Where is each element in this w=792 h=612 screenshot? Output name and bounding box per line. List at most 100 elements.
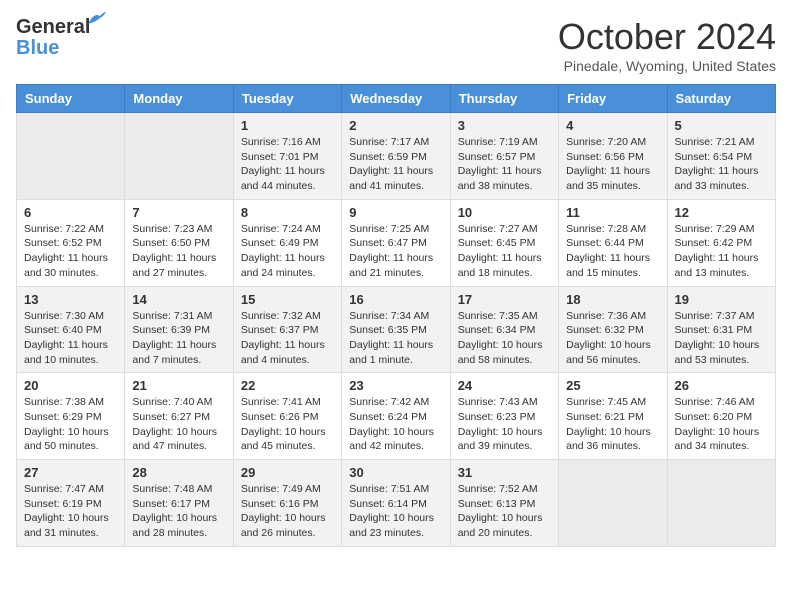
day-number: 2: [349, 118, 442, 133]
day-info: Sunrise: 7:23 AM Sunset: 6:50 PM Dayligh…: [132, 222, 225, 281]
calendar-day-cell: 28 Sunrise: 7:48 AM Sunset: 6:17 PM Dayli…: [125, 460, 233, 547]
weekday-header-saturday: Saturday: [667, 85, 775, 113]
calendar-week-row: 1 Sunrise: 7:16 AM Sunset: 7:01 PM Daylig…: [17, 113, 776, 200]
day-info: Sunrise: 7:35 AM Sunset: 6:34 PM Dayligh…: [458, 309, 551, 368]
day-info: Sunrise: 7:20 AM Sunset: 6:56 PM Dayligh…: [566, 135, 659, 194]
day-info: Sunrise: 7:48 AM Sunset: 6:17 PM Dayligh…: [132, 482, 225, 541]
day-info: Sunrise: 7:40 AM Sunset: 6:27 PM Dayligh…: [132, 395, 225, 454]
day-info: Sunrise: 7:34 AM Sunset: 6:35 PM Dayligh…: [349, 309, 442, 368]
day-number: 14: [132, 292, 225, 307]
calendar-day-cell: 8 Sunrise: 7:24 AM Sunset: 6:49 PM Daylig…: [233, 199, 341, 286]
logo-general: General: [16, 16, 90, 38]
day-info: Sunrise: 7:31 AM Sunset: 6:39 PM Dayligh…: [132, 309, 225, 368]
day-number: 18: [566, 292, 659, 307]
day-number: 10: [458, 205, 551, 220]
day-number: 3: [458, 118, 551, 133]
calendar-day-cell: 11 Sunrise: 7:28 AM Sunset: 6:44 PM Dayli…: [559, 199, 667, 286]
day-info: Sunrise: 7:49 AM Sunset: 6:16 PM Dayligh…: [241, 482, 334, 541]
calendar-day-cell: [667, 460, 775, 547]
calendar-day-cell: 31Sunrise: 7:52 AM Sunset: 6:13 PM Dayli…: [450, 460, 558, 547]
weekday-header-tuesday: Tuesday: [233, 85, 341, 113]
month-title: October 2024: [558, 16, 776, 58]
page-header: General Blue October 2024 Pinedale, Wyom…: [16, 16, 776, 74]
calendar-day-cell: 15 Sunrise: 7:32 AM Sunset: 6:37 PM Dayli…: [233, 286, 341, 373]
day-number: 31: [458, 465, 551, 480]
calendar-week-row: 6Sunrise: 7:22 AM Sunset: 6:52 PM Daylig…: [17, 199, 776, 286]
day-number: 17: [458, 292, 551, 307]
logo-blue: Blue: [16, 37, 59, 60]
calendar-day-cell: 14 Sunrise: 7:31 AM Sunset: 6:39 PM Dayli…: [125, 286, 233, 373]
day-number: 24: [458, 378, 551, 393]
calendar-day-cell: [17, 113, 125, 200]
day-number: 15: [241, 292, 334, 307]
location-subtitle: Pinedale, Wyoming, United States: [558, 58, 776, 74]
day-info: Sunrise: 7:46 AM Sunset: 6:20 PM Dayligh…: [675, 395, 768, 454]
calendar-week-row: 27 Sunrise: 7:47 AM Sunset: 6:19 PM Dayli…: [17, 460, 776, 547]
day-number: 13: [24, 292, 117, 307]
day-info: Sunrise: 7:45 AM Sunset: 6:21 PM Dayligh…: [566, 395, 659, 454]
day-number: 19: [675, 292, 768, 307]
day-number: 11: [566, 205, 659, 220]
calendar-week-row: 13 Sunrise: 7:30 AM Sunset: 6:40 PM Dayli…: [17, 286, 776, 373]
day-info: Sunrise: 7:47 AM Sunset: 6:19 PM Dayligh…: [24, 482, 117, 541]
calendar-day-cell: 19Sunrise: 7:37 AM Sunset: 6:31 PM Dayli…: [667, 286, 775, 373]
day-number: 7: [132, 205, 225, 220]
day-info: Sunrise: 7:24 AM Sunset: 6:49 PM Dayligh…: [241, 222, 334, 281]
calendar-day-cell: 30Sunrise: 7:51 AM Sunset: 6:14 PM Dayli…: [342, 460, 450, 547]
day-info: Sunrise: 7:51 AM Sunset: 6:14 PM Dayligh…: [349, 482, 442, 541]
day-number: 25: [566, 378, 659, 393]
weekday-header-friday: Friday: [559, 85, 667, 113]
calendar-day-cell: 29 Sunrise: 7:49 AM Sunset: 6:16 PM Dayli…: [233, 460, 341, 547]
calendar-day-cell: 18 Sunrise: 7:36 AM Sunset: 6:32 PM Dayli…: [559, 286, 667, 373]
logo-bird-icon: [86, 10, 108, 28]
day-info: Sunrise: 7:25 AM Sunset: 6:47 PM Dayligh…: [349, 222, 442, 281]
day-info: Sunrise: 7:36 AM Sunset: 6:32 PM Dayligh…: [566, 309, 659, 368]
day-number: 21: [132, 378, 225, 393]
day-number: 8: [241, 205, 334, 220]
weekday-header-wednesday: Wednesday: [342, 85, 450, 113]
weekday-header-sunday: Sunday: [17, 85, 125, 113]
day-number: 5: [675, 118, 768, 133]
calendar-day-cell: 7 Sunrise: 7:23 AM Sunset: 6:50 PM Daylig…: [125, 199, 233, 286]
day-info: Sunrise: 7:29 AM Sunset: 6:42 PM Dayligh…: [675, 222, 768, 281]
calendar-day-cell: 6Sunrise: 7:22 AM Sunset: 6:52 PM Daylig…: [17, 199, 125, 286]
day-info: Sunrise: 7:28 AM Sunset: 6:44 PM Dayligh…: [566, 222, 659, 281]
day-number: 22: [241, 378, 334, 393]
calendar-day-cell: 26 Sunrise: 7:46 AM Sunset: 6:20 PM Dayli…: [667, 373, 775, 460]
calendar-day-cell: 10Sunrise: 7:27 AM Sunset: 6:45 PM Dayli…: [450, 199, 558, 286]
calendar-day-cell: 22 Sunrise: 7:41 AM Sunset: 6:26 PM Dayli…: [233, 373, 341, 460]
day-info: Sunrise: 7:41 AM Sunset: 6:26 PM Dayligh…: [241, 395, 334, 454]
day-number: 26: [675, 378, 768, 393]
calendar-day-cell: 9Sunrise: 7:25 AM Sunset: 6:47 PM Daylig…: [342, 199, 450, 286]
day-number: 16: [349, 292, 442, 307]
calendar-table: SundayMondayTuesdayWednesdayThursdayFrid…: [16, 84, 776, 547]
day-info: Sunrise: 7:30 AM Sunset: 6:40 PM Dayligh…: [24, 309, 117, 368]
calendar-day-cell: 27 Sunrise: 7:47 AM Sunset: 6:19 PM Dayli…: [17, 460, 125, 547]
title-block: October 2024 Pinedale, Wyoming, United S…: [558, 16, 776, 74]
logo: General Blue: [16, 16, 90, 60]
calendar-day-cell: 21 Sunrise: 7:40 AM Sunset: 6:27 PM Dayli…: [125, 373, 233, 460]
day-number: 23: [349, 378, 442, 393]
day-number: 27: [24, 465, 117, 480]
calendar-day-cell: 20 Sunrise: 7:38 AM Sunset: 6:29 PM Dayli…: [17, 373, 125, 460]
calendar-day-cell: 3 Sunrise: 7:19 AM Sunset: 6:57 PM Daylig…: [450, 113, 558, 200]
calendar-day-cell: 4Sunrise: 7:20 AM Sunset: 6:56 PM Daylig…: [559, 113, 667, 200]
day-info: Sunrise: 7:32 AM Sunset: 6:37 PM Dayligh…: [241, 309, 334, 368]
day-info: Sunrise: 7:38 AM Sunset: 6:29 PM Dayligh…: [24, 395, 117, 454]
calendar-day-cell: 23Sunrise: 7:42 AM Sunset: 6:24 PM Dayli…: [342, 373, 450, 460]
day-info: Sunrise: 7:16 AM Sunset: 7:01 PM Dayligh…: [241, 135, 334, 194]
calendar-header-row: SundayMondayTuesdayWednesdayThursdayFrid…: [17, 85, 776, 113]
calendar-day-cell: 2Sunrise: 7:17 AM Sunset: 6:59 PM Daylig…: [342, 113, 450, 200]
calendar-week-row: 20 Sunrise: 7:38 AM Sunset: 6:29 PM Dayli…: [17, 373, 776, 460]
weekday-header-thursday: Thursday: [450, 85, 558, 113]
calendar-day-cell: 13 Sunrise: 7:30 AM Sunset: 6:40 PM Dayli…: [17, 286, 125, 373]
calendar-day-cell: 24 Sunrise: 7:43 AM Sunset: 6:23 PM Dayli…: [450, 373, 558, 460]
day-number: 1: [241, 118, 334, 133]
day-info: Sunrise: 7:43 AM Sunset: 6:23 PM Dayligh…: [458, 395, 551, 454]
day-info: Sunrise: 7:19 AM Sunset: 6:57 PM Dayligh…: [458, 135, 551, 194]
day-number: 29: [241, 465, 334, 480]
day-number: 6: [24, 205, 117, 220]
calendar-day-cell: 1 Sunrise: 7:16 AM Sunset: 7:01 PM Daylig…: [233, 113, 341, 200]
day-number: 28: [132, 465, 225, 480]
day-number: 20: [24, 378, 117, 393]
